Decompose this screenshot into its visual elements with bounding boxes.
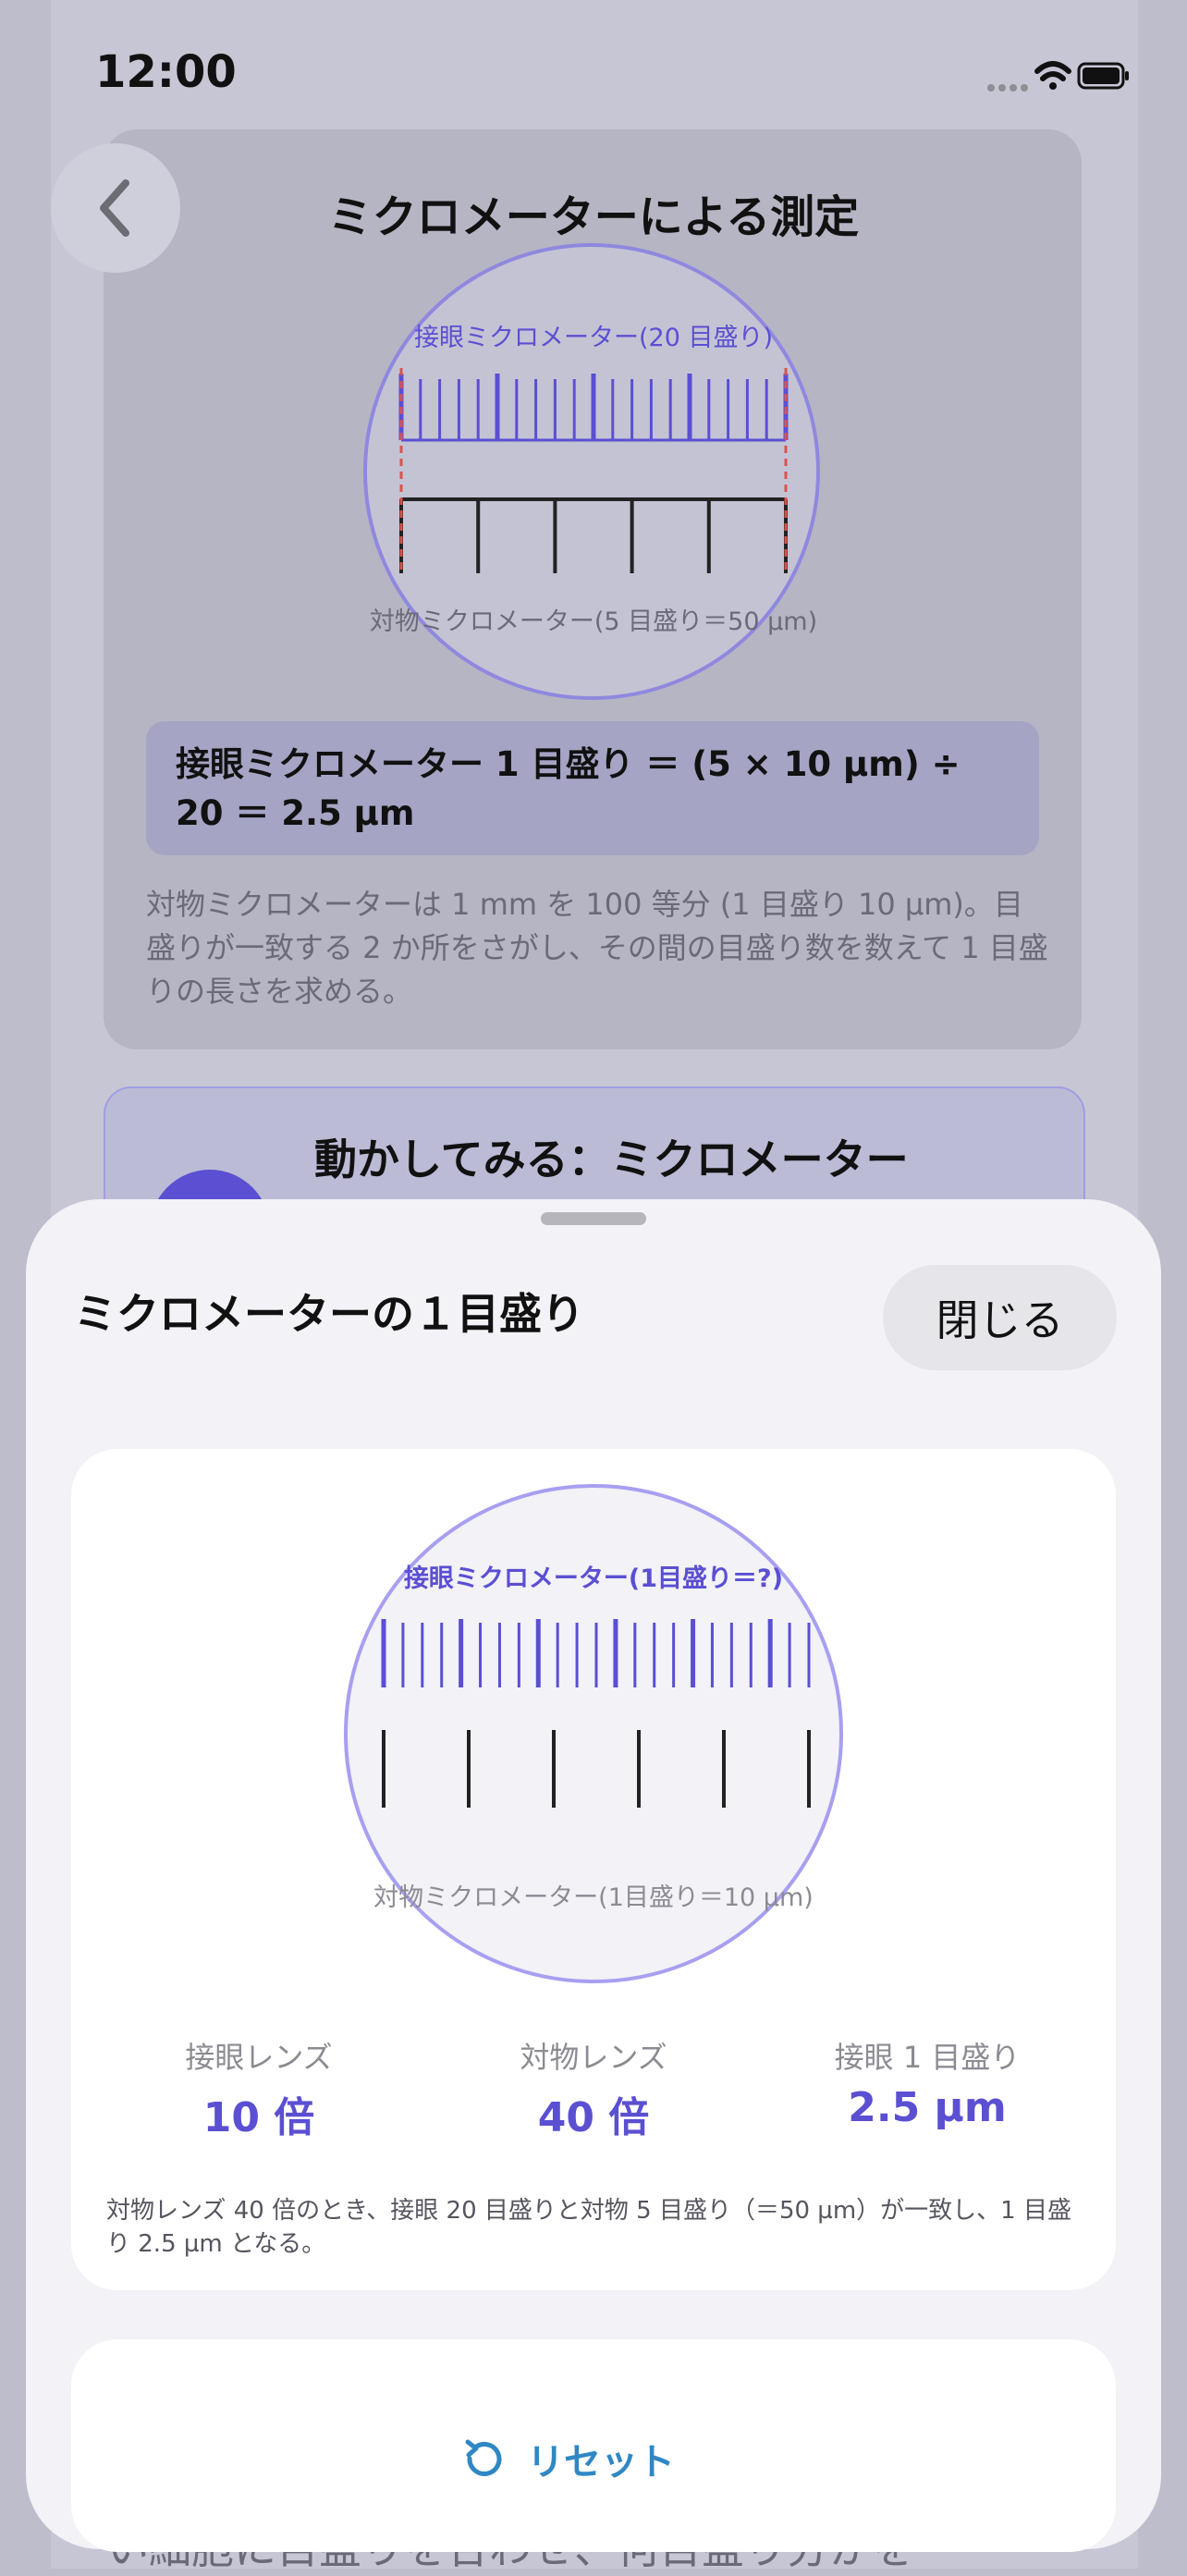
signal-icon bbox=[987, 84, 1028, 92]
background-objective-label: 対物ミクロメーター(5 目盛り＝50 µm) bbox=[369, 607, 818, 636]
stat-objective-lens: 対物レンズ 40 倍 bbox=[427, 2034, 760, 2143]
background-eyepiece-label: 接眼ミクロメーター(20 目盛り) bbox=[413, 324, 773, 352]
eyepiece-micrometer-label: 接眼ミクロメーター(1目盛り＝?) bbox=[403, 1564, 784, 1593]
formula-text: 接眼ミクロメーター 1 目盛り ＝ (5 × 10 µm) ÷ 20 ＝ 2.5… bbox=[176, 744, 961, 833]
stat-value: 40 倍 bbox=[537, 2094, 650, 2141]
close-button[interactable]: 閉じる bbox=[883, 1265, 1117, 1370]
stat-label: 対物レンズ bbox=[520, 2040, 667, 2075]
sheet-grabber[interactable] bbox=[541, 1212, 646, 1225]
background-card-title: 動かしてみる：ミクロメーター bbox=[314, 1135, 909, 1184]
stat-value: 2.5 µm bbox=[848, 2084, 1007, 2131]
stat-eyepiece-division: 接眼 1 目盛り 2.5 µm bbox=[761, 2034, 1094, 2131]
battery-icon bbox=[1077, 62, 1129, 90]
stat-eyepiece-lens: 接眼レンズ 10 倍 bbox=[92, 2034, 425, 2143]
reset-icon bbox=[465, 2439, 502, 2476]
background-description: 対物ミクロメーターは 1 mm を 100 等分 (1 目盛り 10 µm)。目… bbox=[146, 887, 1048, 1009]
status-time: 12:00 bbox=[95, 46, 237, 98]
stat-label: 接眼レンズ bbox=[185, 2040, 333, 2075]
objective-micrometer-label: 対物ミクロメーター(1目盛り＝10 µm) bbox=[373, 1883, 814, 1912]
status-icons bbox=[987, 61, 1129, 92]
stat-value: 10 倍 bbox=[202, 2094, 315, 2141]
sheet-title: ミクロメーターの１目盛り bbox=[74, 1289, 584, 1339]
explanation-note: 対物レンズ 40 倍のとき、接眼 20 目盛りと対物 5 目盛り（＝50 µm）… bbox=[106, 2197, 1071, 2258]
wifi-icon bbox=[1034, 61, 1071, 81]
stat-label: 接眼 1 目盛り bbox=[834, 2040, 1021, 2075]
reset-label: リセット bbox=[527, 2441, 675, 2484]
reset-button[interactable]: リセット bbox=[462, 2432, 675, 2485]
background-micrometer-diagram bbox=[363, 243, 820, 700]
